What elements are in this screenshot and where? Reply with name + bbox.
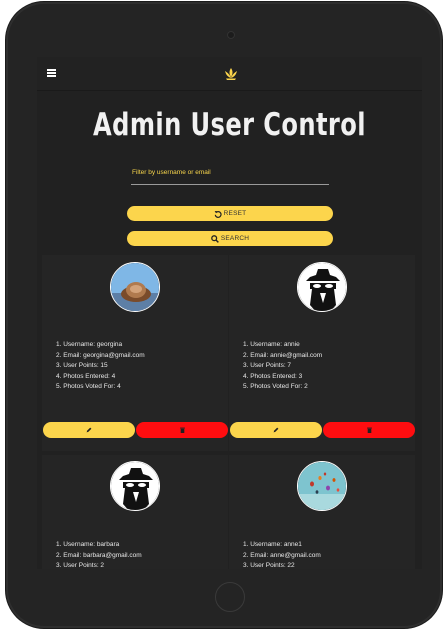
delete-button[interactable] — [323, 422, 415, 438]
username-text: 1. Username: anne1 — [243, 541, 302, 548]
photos-voted-text: 5. Photos Voted For: 4 — [56, 383, 121, 390]
email-text: 2. Email: georgina@gmail.com — [56, 351, 145, 359]
avatar — [110, 461, 160, 511]
hamburger-icon[interactable] — [47, 69, 56, 77]
user-card: 1. Username: barbara 2. Email: barbara@g… — [42, 455, 228, 569]
photos-voted-text: 5. Photos Voted For: 2 — [243, 383, 308, 390]
trash-icon — [366, 427, 372, 433]
user-card: 1. Username: annie 2. Email: annie@gmail… — [229, 255, 415, 451]
search-button[interactable]: SEARCH — [127, 231, 333, 246]
edit-button[interactable] — [230, 422, 322, 438]
reset-button[interactable]: RESET — [127, 206, 333, 221]
email-text: 2. Email: annie@gmail.com — [243, 351, 323, 359]
email-text: 2. Email: barbara@gmail.com — [56, 551, 142, 559]
username-text: 1. Username: annie — [243, 341, 300, 348]
filter-input[interactable]: Filter by username or email — [131, 169, 329, 185]
avatar — [110, 262, 160, 312]
username-text: 1. Username: barbara — [56, 541, 120, 548]
avatar — [297, 461, 347, 511]
photos-entered-text: 4. Photos Entered: 4 — [56, 372, 116, 380]
reset-icon — [214, 210, 222, 218]
search-label: SEARCH — [220, 235, 250, 242]
avatar — [297, 262, 347, 312]
home-button[interactable] — [215, 582, 245, 612]
tablet-frame: Admin User Control Filter by username or… — [6, 2, 442, 628]
edit-button[interactable] — [43, 422, 135, 438]
camera-icon — [227, 31, 235, 39]
lotus-icon[interactable] — [223, 67, 239, 81]
page-title: Admin User Control — [93, 107, 366, 143]
user-info: 1. Username: annie 2. Email: annie@gmail… — [243, 340, 322, 393]
email-text: 2. Email: anne@gmail.com — [243, 551, 321, 559]
app-bar — [37, 57, 422, 91]
delete-button[interactable] — [136, 422, 228, 438]
photos-entered-text: 4. Photos Entered: 3 — [243, 372, 303, 380]
points-text: 3. User Points: 2 — [56, 562, 105, 569]
user-info: 1. Username: barbara 2. Email: barbara@g… — [56, 540, 142, 569]
user-info: 1. Username: anne1 2. Email: anne@gmail.… — [243, 540, 321, 569]
points-text: 3. User Points: 7 — [243, 362, 292, 369]
user-info: 1. Username: georgina 2. Email: georgina… — [56, 340, 145, 393]
pencil-icon — [86, 427, 92, 433]
user-card: 1. Username: georgina 2. Email: georgina… — [42, 255, 228, 451]
user-card: 1. Username: anne1 2. Email: anne@gmail.… — [229, 455, 415, 569]
points-text: 3. User Points: 22 — [243, 562, 295, 569]
username-text: 1. Username: georgina — [56, 341, 123, 348]
reset-label: RESET — [223, 210, 247, 217]
points-text: 3. User Points: 15 — [56, 362, 108, 369]
app-screen: Admin User Control Filter by username or… — [37, 57, 422, 569]
pencil-icon — [273, 427, 279, 433]
trash-icon — [179, 427, 185, 433]
search-icon — [211, 234, 219, 243]
